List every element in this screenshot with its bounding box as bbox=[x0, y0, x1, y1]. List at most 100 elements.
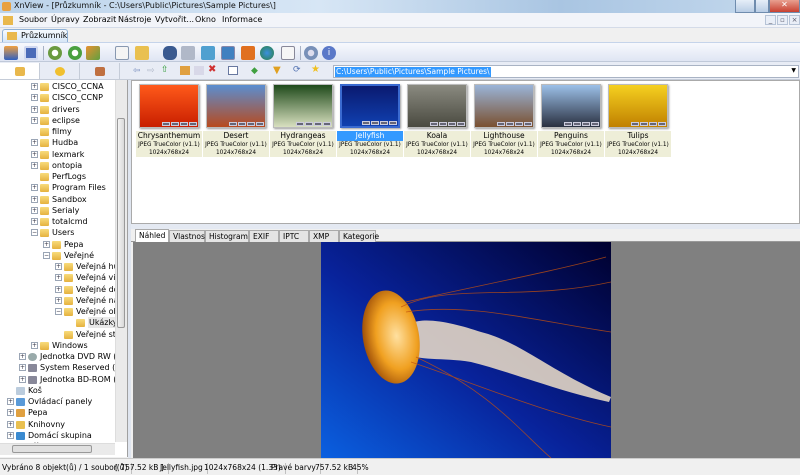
menu-informace[interactable]: Informace bbox=[222, 15, 262, 24]
tree-item[interactable]: + Pepa bbox=[0, 407, 127, 418]
expand-icon[interactable]: + bbox=[31, 161, 38, 169]
tree-item[interactable]: + Program Files bbox=[0, 182, 127, 193]
expand-icon[interactable]: + bbox=[7, 420, 14, 428]
tree-item[interactable]: + Ovládací panely bbox=[0, 396, 127, 407]
address-field[interactable]: C:\Users\Public\Pictures\Sample Pictures… bbox=[333, 65, 799, 78]
menu-upravy[interactable]: Úpravy bbox=[51, 15, 80, 24]
tree-item[interactable]: Veřejné stažené bbox=[0, 329, 127, 340]
delete-icon[interactable]: ✖ bbox=[208, 64, 216, 75]
copy-move-icon[interactable] bbox=[135, 46, 149, 60]
tab-histogram[interactable]: Histogram bbox=[205, 230, 249, 242]
expand-icon[interactable]: + bbox=[31, 105, 38, 113]
tree-item[interactable]: + Hudba bbox=[0, 137, 127, 148]
sort-icon[interactable]: ◆ bbox=[251, 66, 258, 76]
tree-item[interactable]: +Veřejné dokumenty bbox=[0, 284, 127, 295]
refresh-icon[interactable]: ⟳ bbox=[293, 65, 301, 75]
capture-icon[interactable] bbox=[201, 46, 215, 60]
tab-náhled[interactable]: Náhled bbox=[135, 229, 169, 242]
mdi-restore-button[interactable]: ▫ bbox=[777, 15, 788, 25]
rotate-left-icon[interactable] bbox=[48, 46, 62, 60]
print-icon[interactable] bbox=[181, 46, 195, 60]
expand-icon[interactable]: + bbox=[31, 94, 38, 102]
properties-icon[interactable] bbox=[115, 46, 129, 60]
tab-folders[interactable] bbox=[0, 63, 40, 79]
expand-icon[interactable]: + bbox=[55, 296, 62, 304]
collapse-icon[interactable]: − bbox=[55, 308, 62, 315]
expand-icon[interactable]: + bbox=[31, 195, 38, 203]
collapse-icon[interactable]: − bbox=[31, 229, 38, 237]
tree-item[interactable]: + CISCO_CCNA bbox=[0, 81, 127, 92]
tree-item[interactable]: + Knihovny bbox=[0, 419, 127, 430]
back-arrow-icon[interactable]: ⇦ bbox=[133, 66, 141, 76]
tree-item[interactable]: + Sandbox bbox=[0, 194, 127, 205]
tree-item[interactable]: + ontopia bbox=[0, 160, 127, 171]
fullscreen-icon[interactable] bbox=[24, 46, 38, 60]
tree-item[interactable]: + Jednotka DVD RW (D:) bbox=[0, 351, 127, 362]
scan-icon[interactable] bbox=[221, 46, 235, 60]
menu-okno[interactable]: Okno bbox=[195, 15, 216, 24]
tree-item[interactable]: + CISCO_CCNP bbox=[0, 92, 127, 103]
mdi-close-button[interactable]: × bbox=[789, 15, 800, 25]
expand-icon[interactable]: + bbox=[55, 263, 62, 270]
expand-icon[interactable]: + bbox=[31, 83, 38, 90]
maximize-button[interactable] bbox=[755, 0, 769, 13]
tree-item[interactable]: Ukázky bbox=[0, 317, 127, 329]
tab-favorites[interactable] bbox=[40, 63, 80, 79]
thumbnail-koala[interactable]: Koala JPEG TrueColor (v1.1) 1024x768x24 bbox=[404, 84, 470, 157]
thumbnail-tulips[interactable]: Tulips JPEG TrueColor (v1.1) 1024x768x24 bbox=[605, 84, 671, 157]
forward-arrow-icon[interactable]: ⇨ bbox=[147, 66, 155, 76]
contact-sheet-icon[interactable] bbox=[281, 46, 295, 60]
expand-icon[interactable]: + bbox=[7, 409, 14, 417]
expand-icon[interactable]: + bbox=[55, 285, 62, 293]
thumbnail-jellyfish[interactable]: Jellyfish JPEG TrueColor (v1.1) 1024x768… bbox=[337, 84, 403, 157]
rename-icon[interactable] bbox=[194, 66, 204, 75]
collapse-icon[interactable]: − bbox=[43, 251, 50, 259]
mdi-minimize-button[interactable]: _ bbox=[765, 15, 776, 25]
settings-gear-icon[interactable] bbox=[304, 46, 318, 60]
tab-pruzkumnik[interactable]: Průzkumník bbox=[2, 29, 68, 42]
expand-icon[interactable]: + bbox=[43, 240, 50, 248]
tree-item[interactable]: − Users bbox=[0, 227, 127, 238]
tree-item[interactable]: PerfLogs bbox=[0, 171, 127, 182]
thumbnail-hydrangeas[interactable]: Hydrangeas JPEG TrueColor (v1.1) 1024x76… bbox=[270, 84, 336, 157]
tab-vlastnosti[interactable]: Vlastnosti bbox=[169, 230, 210, 242]
expand-icon[interactable]: + bbox=[31, 139, 38, 147]
tree-item[interactable]: + System Reserved (E:) bbox=[0, 362, 127, 373]
tree-item[interactable]: + lexmark bbox=[0, 149, 127, 160]
search-binoculars-icon[interactable] bbox=[163, 46, 177, 60]
new-folder-icon[interactable] bbox=[180, 66, 190, 75]
tree-item[interactable]: + Jednotka BD-ROM (G:) bbox=[0, 374, 127, 385]
expand-icon[interactable]: + bbox=[31, 116, 38, 124]
tree-item[interactable]: Koš bbox=[0, 385, 127, 396]
tree-item[interactable]: + Pepa bbox=[0, 239, 127, 250]
tree-item[interactable]: + eclipse bbox=[0, 115, 127, 126]
expand-icon[interactable]: + bbox=[31, 341, 38, 349]
menu-nastroje[interactable]: Nástroje bbox=[118, 15, 151, 24]
thumbnail-lighthouse[interactable]: Lighthouse JPEG TrueColor (v1.1) 1024x76… bbox=[471, 84, 537, 157]
close-button[interactable]: ✕ bbox=[769, 0, 800, 13]
tab-categories[interactable] bbox=[80, 63, 120, 79]
menu-vytvorit[interactable]: Vytvořit... bbox=[155, 15, 194, 24]
expand-icon[interactable]: + bbox=[19, 364, 26, 372]
tree-item[interactable]: + Serialy bbox=[0, 205, 127, 216]
thumbnail-chrysanthemum[interactable]: Chrysanthemum JPEG TrueColor (v1.1) 1024… bbox=[136, 84, 202, 157]
web-page-icon[interactable] bbox=[260, 46, 274, 60]
tree-hscroll-thumb[interactable] bbox=[12, 445, 92, 453]
favorites-star-icon[interactable]: ★ bbox=[311, 64, 320, 75]
thumbnail-penguins[interactable]: Penguins JPEG TrueColor (v1.1) 1024x768x… bbox=[538, 84, 604, 157]
expand-icon[interactable]: + bbox=[31, 184, 38, 192]
rotate-right-icon[interactable] bbox=[68, 46, 82, 60]
up-folder-icon[interactable]: ⇧ bbox=[161, 65, 169, 75]
expand-icon[interactable]: + bbox=[19, 353, 26, 360]
tree-item[interactable]: −Veřejné obrázky bbox=[0, 306, 127, 317]
slideshow-icon[interactable] bbox=[241, 46, 255, 60]
tree-item[interactable]: + Windows bbox=[0, 340, 127, 351]
tree-item[interactable]: + Veřejná videa bbox=[0, 272, 127, 283]
info-icon[interactable]: i bbox=[322, 46, 336, 60]
minimize-button[interactable] bbox=[735, 0, 755, 13]
tree-item[interactable]: + totalcmd bbox=[0, 216, 127, 227]
expand-icon[interactable]: + bbox=[7, 431, 14, 439]
tree-item[interactable]: filmy bbox=[0, 126, 127, 137]
tab-kategorie[interactable]: Kategorie bbox=[339, 230, 379, 242]
expand-icon[interactable]: + bbox=[55, 274, 62, 282]
